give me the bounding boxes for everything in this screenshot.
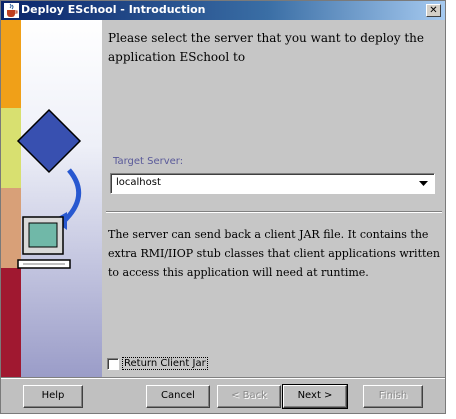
finish-button[interactable]: Finish: [363, 385, 423, 408]
side-graphic-panel: [1, 20, 102, 378]
yellow-stripe: [1, 108, 21, 188]
target-server-label: Target Server:: [113, 156, 184, 167]
deploy-to-computer-illustration: [1, 20, 102, 378]
section-divider: [106, 211, 442, 213]
return-client-jar-checkbox[interactable]: [107, 358, 119, 370]
chevron-down-icon[interactable]: [416, 176, 431, 191]
window-title: Deploy ESchool - Introduction: [21, 3, 206, 16]
main-content: Please select the server that you want t…: [102, 20, 445, 378]
red-stripe: [1, 268, 21, 378]
orange-stripe: [1, 20, 21, 108]
java-cup-icon: [4, 3, 19, 18]
button-bar: Help Cancel < Back Next > Finish: [1, 378, 445, 413]
page-margin-bottom: [0, 415, 456, 419]
back-button[interactable]: < Back: [217, 385, 281, 408]
deploy-dialog: Deploy ESchool - Introduction ✕ Please s…: [0, 0, 446, 414]
return-client-jar-label[interactable]: Return Client Jar: [122, 357, 208, 370]
page-margin-right: [447, 0, 456, 419]
target-server-value: localhost: [116, 177, 161, 188]
target-server-dropdown[interactable]: localhost: [110, 173, 435, 194]
cancel-button[interactable]: Cancel: [146, 385, 210, 408]
help-button[interactable]: Help: [23, 385, 83, 408]
close-button[interactable]: ✕: [426, 4, 441, 17]
title-bar[interactable]: Deploy ESchool - Introduction ✕: [1, 1, 445, 20]
intro-text: Please select the server that you want t…: [108, 31, 425, 64]
client-jar-info-text: The server can send back a client JAR fi…: [108, 228, 441, 279]
tan-stripe: [1, 188, 21, 268]
next-button[interactable]: Next >: [282, 384, 348, 409]
